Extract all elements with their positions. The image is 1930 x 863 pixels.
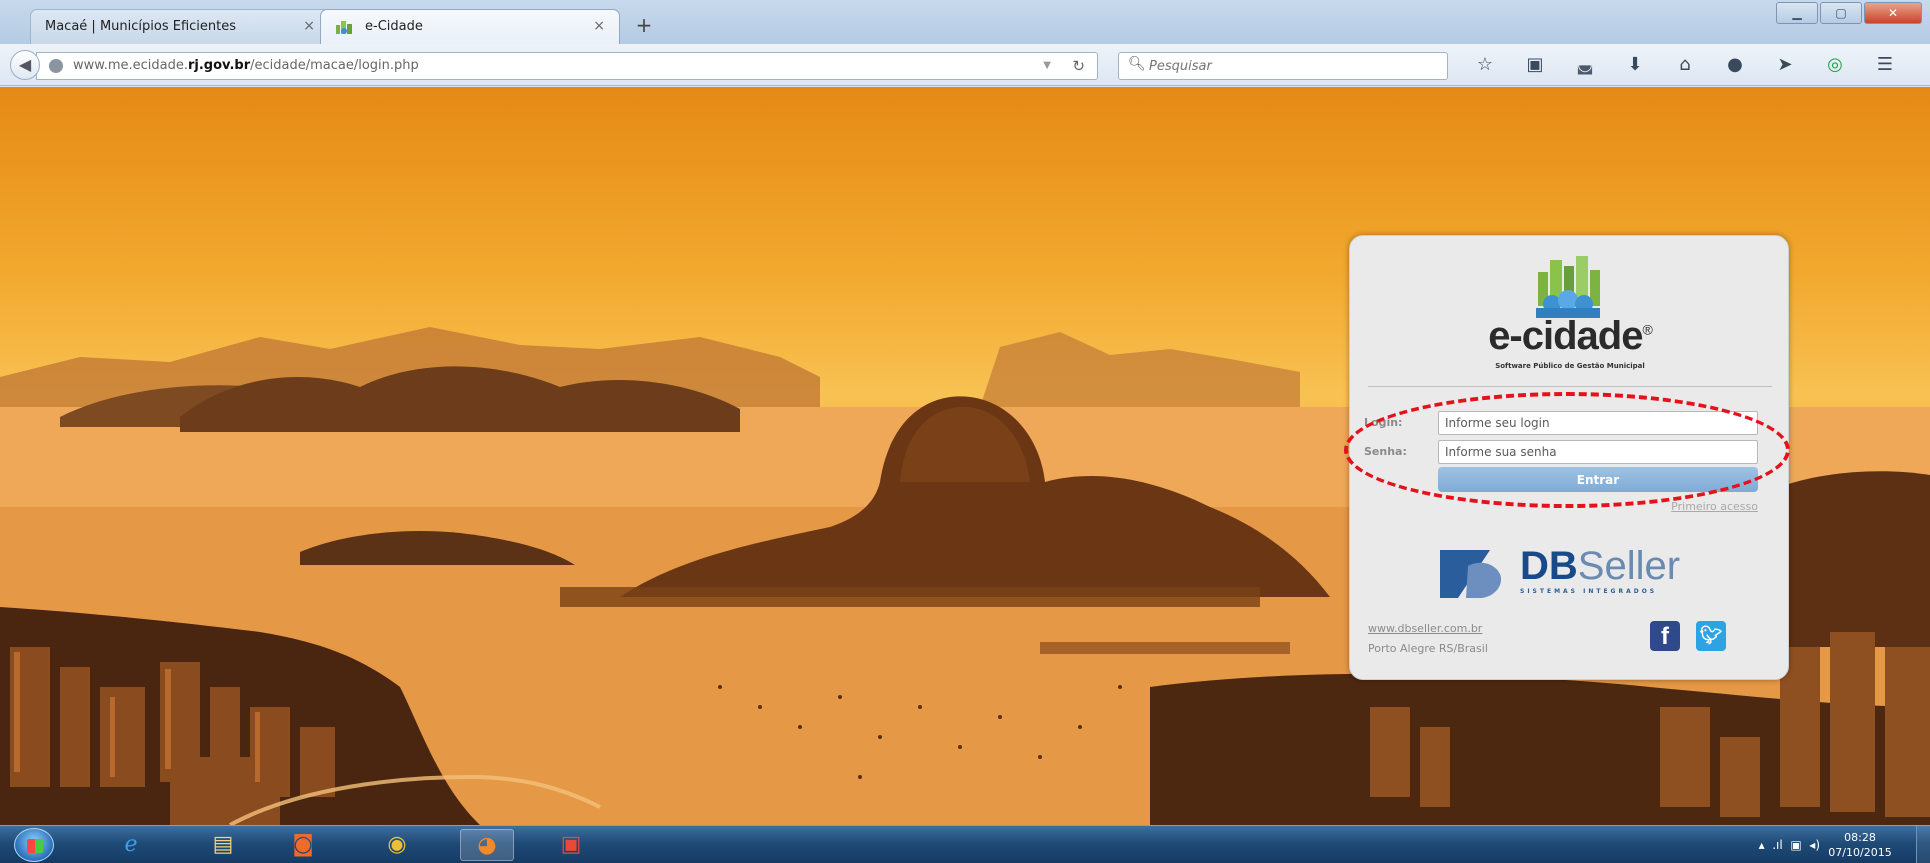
url-bar[interactable]: www.me.ecidade.rj.gov.br/ecidade/macae/l… bbox=[36, 52, 1098, 80]
internet-explorer-icon[interactable]: e bbox=[104, 829, 158, 861]
sync-icon[interactable]: ◎ bbox=[1810, 50, 1860, 80]
dbseller-website-link[interactable]: www.dbseller.com.br bbox=[1368, 622, 1482, 635]
dropdown-arrow-icon[interactable]: ▼ bbox=[1043, 53, 1051, 79]
browser-navbar: www.me.ecidade.rj.gov.br/ecidade/macae/l… bbox=[0, 44, 1930, 86]
dbseller-wordmark: DBSeller bbox=[1520, 544, 1680, 589]
twitter-icon[interactable]: 🐦︎ bbox=[1696, 621, 1726, 651]
send-icon[interactable]: ➤ bbox=[1760, 50, 1810, 80]
new-tab-button[interactable]: + bbox=[630, 12, 658, 40]
pocket-icon[interactable]: ◛ bbox=[1560, 50, 1610, 80]
url-path: /ecidade/macae/login.php bbox=[250, 58, 419, 73]
divider bbox=[1368, 386, 1772, 387]
brand-subtitle: Software Público de Gestão Municipal bbox=[1495, 362, 1645, 370]
home-icon[interactable]: ⌂ bbox=[1660, 50, 1710, 80]
url-domain: rj.gov.br bbox=[188, 58, 251, 73]
url-prefix: www.me.ecidade. bbox=[73, 58, 188, 73]
show-desktop-button[interactable] bbox=[1916, 826, 1930, 863]
search-icon: 🔍︎ bbox=[1128, 56, 1146, 72]
minimize-button[interactable]: ▁ bbox=[1776, 2, 1818, 24]
window-controls: ▁ ▢ ✕ bbox=[1776, 2, 1922, 24]
globe-icon bbox=[49, 59, 63, 73]
system-tray[interactable]: ▴ .ıl ▣ ◂) bbox=[1759, 826, 1820, 863]
reload-icon[interactable]: ↻ bbox=[1072, 53, 1085, 79]
star-icon[interactable]: ☆ bbox=[1460, 50, 1510, 80]
password-label: Senha: bbox=[1364, 445, 1407, 458]
search-input[interactable] bbox=[1149, 56, 1439, 76]
e-cidade-wordmark: e-cidade® bbox=[1350, 314, 1790, 359]
search-bar[interactable]: 🔍︎ bbox=[1118, 52, 1448, 80]
tab-label: e-Cidade bbox=[365, 19, 423, 34]
presentation-app-icon[interactable]: ▣ bbox=[544, 829, 598, 861]
login-label: Login: bbox=[1364, 416, 1403, 429]
tab-e-cidade[interactable]: e-Cidade × bbox=[320, 9, 620, 44]
password-input[interactable] bbox=[1438, 440, 1758, 464]
login-card: e-cidade® Software Público de Gestão Mun… bbox=[1349, 235, 1789, 680]
e-cidade-logo-icon bbox=[1536, 256, 1600, 318]
toolbar-icons: ☆ ▣ ◛ ⬇ ⌂ ● ➤ ◎ ☰ bbox=[1460, 50, 1910, 80]
tab-label: Macaé | Municípios Eficientes bbox=[45, 19, 236, 34]
download-icon[interactable]: ⬇ bbox=[1610, 50, 1660, 80]
e-cidade-favicon-icon bbox=[336, 21, 352, 34]
tab-macae[interactable]: Macaé | Municípios Eficientes × bbox=[30, 9, 330, 44]
media-player-icon[interactable]: ◙ bbox=[276, 829, 330, 861]
browser-titlebar: Macaé | Municípios Eficientes × e-Cidade… bbox=[0, 0, 1930, 44]
login-input[interactable] bbox=[1438, 411, 1758, 435]
clipboard-icon[interactable]: ▣ bbox=[1510, 50, 1560, 80]
menu-icon[interactable]: ☰ bbox=[1860, 50, 1910, 80]
entrar-button[interactable]: Entrar bbox=[1438, 467, 1758, 492]
brand-name: e-cidade bbox=[1488, 314, 1643, 358]
start-button[interactable] bbox=[14, 828, 54, 862]
clock-date: 07/10/2015 bbox=[1828, 846, 1892, 859]
firefox-icon[interactable]: ◕ bbox=[460, 829, 514, 861]
close-tab-icon[interactable]: × bbox=[593, 10, 605, 43]
company-bold: DB bbox=[1520, 544, 1578, 588]
facebook-icon[interactable]: f bbox=[1650, 621, 1680, 651]
first-access-link[interactable]: Primeiro acesso bbox=[1610, 500, 1758, 513]
close-tab-icon[interactable]: × bbox=[303, 10, 315, 43]
company-tagline: SISTEMAS INTEGRADOS bbox=[1520, 588, 1658, 595]
file-explorer-icon[interactable]: ▤ bbox=[196, 829, 250, 861]
company-light: Seller bbox=[1577, 544, 1681, 588]
maximize-button[interactable]: ▢ bbox=[1820, 2, 1862, 24]
close-window-button[interactable]: ✕ bbox=[1864, 2, 1922, 24]
chat-icon[interactable]: ● bbox=[1710, 50, 1760, 80]
clock[interactable]: 08:28 07/10/2015 bbox=[1820, 830, 1900, 860]
back-button[interactable]: ◀ bbox=[10, 50, 40, 80]
company-location: Porto Alegre RS/Brasil bbox=[1368, 642, 1488, 655]
url-text[interactable]: www.me.ecidade.rj.gov.br/ecidade/macae/l… bbox=[73, 53, 419, 79]
chrome-icon[interactable]: ◉ bbox=[370, 829, 424, 861]
taskbar: e ▤ ◙ ◉ ◕ ▣ ▴ .ıl ▣ ◂) 08:28 07/10/2015 bbox=[0, 825, 1930, 863]
dbseller-logo-icon bbox=[1440, 550, 1502, 598]
registered-mark: ® bbox=[1642, 321, 1652, 338]
clock-time: 08:28 bbox=[1844, 831, 1876, 844]
